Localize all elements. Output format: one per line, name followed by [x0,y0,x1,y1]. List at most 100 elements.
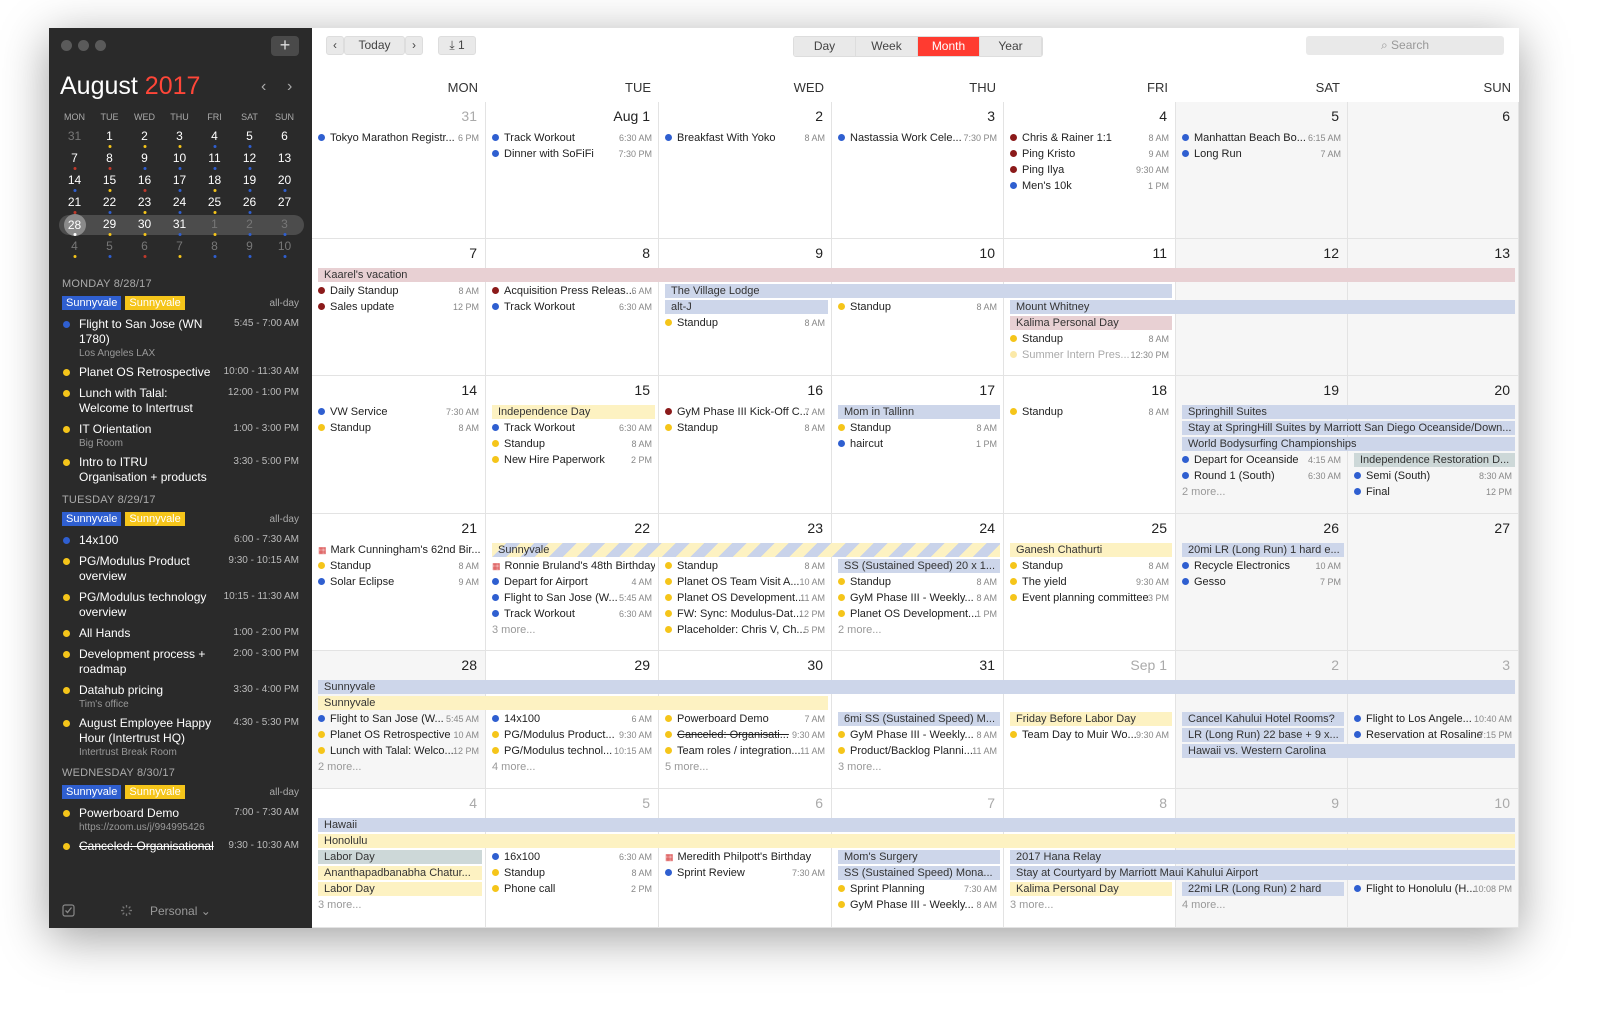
agenda-event[interactable]: Datahub pricing 3:30 - 4:00 PM Tim's offic… [49,682,312,715]
day-cell[interactable]: 3 [832,102,1004,239]
inbox-button[interactable]: ⤓ 1 [438,36,476,55]
calendar-event[interactable]: Flight to Los Angele... 10:40 AM [1350,712,1515,726]
calendar-event[interactable]: Event planning committee 3 PM [1006,591,1172,605]
allday-event-bar[interactable]: Sunnyvale [318,680,1515,694]
calendar-event[interactable]: Tokyo Marathon Registr... 6 PM [314,131,482,145]
allday-event-bar[interactable]: Hawaii vs. Western Carolina [1182,744,1515,758]
calendar-event[interactable]: Gesso 7 PM [1178,575,1344,589]
mini-day[interactable]: 9 [127,148,162,170]
mini-day[interactable]: 6 [267,126,302,148]
allday-chip[interactable]: Sunnyvale [62,512,122,526]
mini-day[interactable]: 1 [92,126,127,148]
allday-event-bar[interactable]: Stay at Courtyard by Marriott Maui Kahul… [1010,866,1515,880]
agenda-event[interactable]: Development process + roadmap 2:00 - 3:00… [49,646,312,682]
calendar-event[interactable]: Planet OS Development... 1 PM [834,607,1000,621]
calendar-event[interactable]: ▦ Ronnie Bruland's 48th Birthday [488,559,655,573]
mini-day[interactable]: 2 [127,126,162,148]
allday-event-bar[interactable]: Mom in Tallinn [838,405,1000,419]
calendar-event[interactable]: VW Service 7:30 AM [314,405,482,419]
agenda-event[interactable]: PG/Modulus Product overview 9:30 - 10:15 … [49,553,312,589]
agenda-event[interactable]: 14x100 6:00 - 7:30 AM [49,532,312,553]
day-cell[interactable]: 27 [1348,514,1519,651]
view-day-button[interactable]: Day [794,37,856,56]
day-cell[interactable]: 31 [312,102,486,239]
calendar-event[interactable]: Flight to San Jose (W... 5:45 AM [488,591,655,605]
calendar-event[interactable]: Lunch with Talal: Welco... 12 PM [314,744,482,758]
more-events-link[interactable]: 2 more... [1178,485,1344,499]
allday-chip[interactable]: Sunnyvale [125,785,185,799]
calendar-event[interactable]: Dinner with SoFiFi 7:30 PM [488,147,655,161]
more-events-link[interactable]: 3 more... [314,898,482,912]
mini-day[interactable]: 22 [92,192,127,214]
calendar-event[interactable]: Acquisition Press Releas... 6 AM [488,284,655,298]
calendar-event[interactable]: 14x100 6 AM [488,712,655,726]
allday-event-bar[interactable]: Kaarel's vacation [318,268,1515,282]
agenda-event[interactable]: August Employee Happy Hour (Intertrust H… [49,715,312,763]
mini-day[interactable]: 8 [92,148,127,170]
calendar-event[interactable]: Powerboard Demo 7 AM [661,712,828,726]
day-cell[interactable]: Aug 1 [486,102,659,239]
calendar-event[interactable]: Chris & Rainer 1:1 8 AM [1006,131,1172,145]
allday-chip[interactable]: Sunnyvale [125,296,185,310]
allday-event-bar[interactable]: Cancel Kahului Hotel Rooms? [1182,712,1344,726]
allday-event-bar[interactable]: Kalima Personal Day [1010,882,1172,896]
allday-event-bar[interactable]: Kalima Personal Day [1010,316,1172,330]
agenda-event[interactable]: Flight to San Jose (WN 1780) 5:45 - 7:00 … [49,316,312,364]
calendar-event[interactable]: The yield 9:30 AM [1006,575,1172,589]
allday-event-bar[interactable]: Sunnyvale [492,543,1000,557]
minimize-window-button[interactable] [78,40,89,51]
allday-event-bar[interactable]: Honolulu [318,834,1515,848]
view-year-button[interactable]: Year [980,37,1042,56]
calendar-event[interactable]: Flight to Honolulu (H... 10:08 PM [1350,882,1515,896]
mini-day[interactable]: 5 [232,126,267,148]
calendar-event[interactable]: Phone call 2 PM [488,882,655,896]
today-button[interactable]: Today [344,36,405,55]
mini-day[interactable]: 8 [197,236,232,258]
mini-day[interactable]: 7 [57,148,92,170]
mini-day[interactable]: 13 [267,148,302,170]
agenda-event[interactable]: Lunch with Talal: Welcome to Intertrust 1… [49,385,312,421]
mini-day[interactable]: 4 [57,236,92,258]
mini-day[interactable]: 25 [197,192,232,214]
view-week-button[interactable]: Week [856,37,918,56]
calendar-event[interactable]: GyM Phase III - Weekly... 8 AM [834,591,1000,605]
allday-event-bar[interactable]: Labor Day [318,850,482,864]
allday-event-bar[interactable]: Springhill Suites [1182,405,1515,419]
mini-day[interactable]: 26 [232,192,267,214]
calendar-event[interactable]: Track Workout 6:30 AM [488,607,655,621]
calendar-event[interactable]: Standup 8 AM [834,300,1000,314]
calendar-event[interactable]: Standup 8 AM [314,421,482,435]
calendar-event[interactable]: haircut 1 PM [834,437,1000,451]
allday-event-bar[interactable]: 20mi LR (Long Run) 1 hard e... [1182,543,1344,557]
calendar-event[interactable]: Depart for Oceanside 4:15 AM [1178,453,1344,467]
calendar-event[interactable]: 16x100 6:30 AM [488,850,655,864]
day-cell[interactable]: 6 [1348,102,1519,239]
allday-event-bar[interactable]: Ananthapadbanabha Chatur... [318,866,482,880]
mini-day[interactable]: 20 [267,170,302,192]
calendar-event[interactable]: Reservation at Rosaline 7:15 PM [1350,728,1515,742]
calendar-event[interactable]: Sprint Planning 7:30 AM [834,882,1000,896]
mini-day[interactable]: 5 [92,236,127,258]
zoom-window-button[interactable] [95,40,106,51]
allday-event-bar[interactable]: SS (Sustained Speed) Mona... [838,866,1000,880]
calendar-event[interactable]: Team Day to Muir Wo... 9:30 AM [1006,728,1172,742]
calendar-event[interactable]: Men's 10k 1 PM [1006,179,1172,193]
calendar-event[interactable]: Canceled: Organisati... 9:30 AM [661,728,828,742]
mini-day[interactable]: 4 [197,126,232,148]
more-events-link[interactable]: 2 more... [834,623,1000,637]
mini-day[interactable]: 14 [57,170,92,192]
mini-day[interactable]: 18 [197,170,232,192]
calendar-event[interactable]: Ping Kristo 9 AM [1006,147,1172,161]
mini-day[interactable]: 10 [162,148,197,170]
allday-event-bar[interactable]: Mount Whitney [1010,300,1515,314]
calendar-event[interactable]: Summer Intern Pres... 12:30 PM [1006,348,1172,362]
day-cell[interactable]: 2 [659,102,832,239]
allday-event-bar[interactable]: Friday Before Labor Day [1010,712,1172,726]
view-month-button[interactable]: Month [918,37,980,56]
allday-event-bar[interactable]: Sunnyvale [318,696,828,710]
allday-event-bar[interactable]: LR (Long Run) 22 base + 9 x... [1182,728,1344,742]
calendar-event[interactable]: New Hire Paperwork 2 PM [488,453,655,467]
calendar-event[interactable]: Manhattan Beach Bo... 6:15 AM [1178,131,1344,145]
calendar-event[interactable]: Solar Eclipse 9 AM [314,575,482,589]
mini-day[interactable]: 24 [162,192,197,214]
